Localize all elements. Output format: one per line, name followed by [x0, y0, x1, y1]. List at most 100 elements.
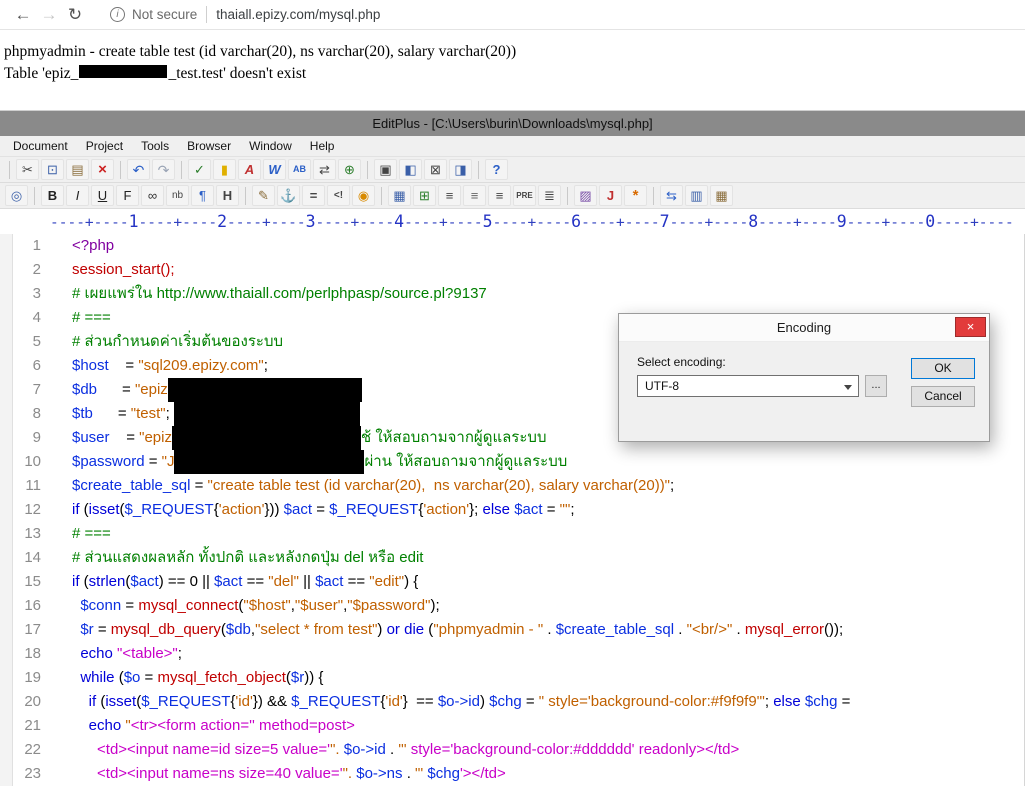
bold-icon[interactable]: B [41, 185, 64, 206]
copy-icon[interactable]: ⊡ [41, 159, 64, 180]
window-close-icon[interactable]: ⊠ [424, 159, 447, 180]
frameset-icon[interactable]: ▦ [710, 185, 733, 206]
horizontal-rule-icon[interactable]: = [302, 185, 325, 206]
line-number[interactable]: 18 [13, 642, 41, 666]
code-line[interactable]: 13 # === [0, 522, 1024, 546]
line-number[interactable]: 12 [13, 498, 41, 522]
line-number[interactable]: 22 [13, 738, 41, 762]
pre-icon[interactable]: PRE [513, 185, 536, 206]
applet-icon[interactable]: J [599, 185, 622, 206]
code-line[interactable]: 20 if (isset($_REQUEST{'id'}) && $_REQUE… [0, 690, 1024, 714]
window-maximize-icon[interactable]: ▣ [374, 159, 397, 180]
code-line[interactable]: 16 $conn = mysql_connect("$host","$user"… [0, 594, 1024, 618]
align-left-icon[interactable]: ≡ [438, 185, 461, 206]
font-color-icon[interactable]: A [238, 159, 261, 180]
dialog-close-button[interactable]: × [955, 317, 986, 337]
undo-icon[interactable]: ↶ [127, 159, 150, 180]
code-line[interactable]: 2 session_start(); [0, 258, 1024, 282]
word-wrap-icon[interactable]: W [263, 159, 286, 180]
line-number[interactable]: 10 [13, 450, 41, 474]
forward-button[interactable]: → [36, 1, 62, 29]
line-number[interactable]: 11 [13, 474, 41, 498]
line-number[interactable]: 21 [13, 714, 41, 738]
code-line[interactable]: 12 if (isset($_REQUEST{'action'})) $act =… [0, 498, 1024, 522]
browse-button[interactable]: ... [865, 375, 887, 397]
nbsp-icon[interactable]: nb [166, 185, 189, 206]
line-number[interactable]: 16 [13, 594, 41, 618]
paste-icon[interactable]: ▤ [66, 159, 89, 180]
redo-icon[interactable]: ↷ [152, 159, 175, 180]
align-center-icon[interactable]: ≡ [463, 185, 486, 206]
back-button[interactable]: ← [10, 1, 36, 29]
globe-icon[interactable]: ⊕ [338, 159, 361, 180]
highlight-icon[interactable]: ▮ [213, 159, 236, 180]
anchor-icon[interactable]: ⚓ [277, 185, 300, 206]
encoding-combobox[interactable]: UTF-8 [637, 375, 859, 397]
selection-margin[interactable] [0, 234, 13, 786]
comment-icon[interactable]: <! [327, 185, 350, 206]
line-number[interactable]: 3 [13, 282, 41, 306]
line-number[interactable]: 5 [13, 330, 41, 354]
spell-check-icon[interactable]: ✓ [188, 159, 211, 180]
table-icon[interactable]: ▦ [388, 185, 411, 206]
line-number[interactable]: 9 [13, 426, 41, 450]
line-number[interactable]: 17 [13, 618, 41, 642]
menu-browser[interactable]: Browser [178, 136, 240, 157]
code-line[interactable]: 11 $create_table_sql = "create table test… [0, 474, 1024, 498]
menu-help[interactable]: Help [301, 136, 344, 157]
line-number[interactable]: 13 [13, 522, 41, 546]
code-line[interactable]: 23 <td><input name=ns size=40 value='". … [0, 762, 1024, 786]
underline-icon[interactable]: U [91, 185, 114, 206]
code-line[interactable]: 10 $password = "J ผ่าน ให้สอบถามจากผู้ดูแล… [0, 450, 1024, 474]
line-number[interactable]: 14 [13, 546, 41, 570]
context-help-icon[interactable]: ? [485, 159, 508, 180]
line-number[interactable]: 19 [13, 666, 41, 690]
menu-window[interactable]: Window [240, 136, 301, 157]
menu-project[interactable]: Project [77, 136, 132, 157]
browser-preview-icon[interactable]: ◎ [5, 185, 28, 206]
list-icon[interactable]: ≣ [538, 185, 561, 206]
insert-table-icon[interactable]: ⊞ [413, 185, 436, 206]
symbol-icon[interactable]: ◉ [352, 185, 375, 206]
line-number[interactable]: 20 [13, 690, 41, 714]
publish-icon[interactable]: ⇆ [660, 185, 683, 206]
line-number[interactable]: 4 [13, 306, 41, 330]
delete-icon[interactable]: × [91, 159, 114, 180]
line-number[interactable]: 23 [13, 762, 41, 786]
letter-case-icon[interactable]: AB [288, 159, 311, 180]
code-line[interactable]: 21 echo "<tr><form action='' method=post… [0, 714, 1024, 738]
line-number[interactable]: 15 [13, 570, 41, 594]
line-number[interactable]: 7 [13, 378, 41, 402]
menu-tools[interactable]: Tools [132, 136, 178, 157]
line-number[interactable]: 6 [13, 354, 41, 378]
reload-button[interactable]: ↻ [62, 1, 88, 29]
code-line[interactable]: 22 <td><input name=id size=5 value='". $… [0, 738, 1024, 762]
code-line[interactable]: 19 while ($o = mysql_fetch_object($r)) { [0, 666, 1024, 690]
image-icon[interactable]: ▨ [574, 185, 597, 206]
pencil-icon[interactable]: ✎ [252, 185, 275, 206]
object-icon[interactable]: * [624, 185, 647, 206]
line-number[interactable]: 2 [13, 258, 41, 282]
line-number[interactable]: 8 [13, 402, 41, 426]
menu-document[interactable]: Document [4, 136, 77, 157]
code-line[interactable]: 15 if (strlen($act) == 0 || $act == "del"… [0, 570, 1024, 594]
code-line[interactable]: 3 # เผยแพร่ใน http://www.thaiall.com/perl… [0, 282, 1024, 306]
paragraph-icon[interactable]: ¶ [191, 185, 214, 206]
window-split-vertical-icon[interactable]: ◨ [449, 159, 472, 180]
ok-button[interactable]: OK [911, 358, 975, 379]
cut-icon[interactable]: ✂ [16, 159, 39, 180]
window-split-horizontal-icon[interactable]: ◧ [399, 159, 422, 180]
align-right-icon[interactable]: ≡ [488, 185, 511, 206]
info-icon[interactable]: i [110, 7, 125, 22]
code-line[interactable]: 17 $r = mysql_db_query($db,"select * fro… [0, 618, 1024, 642]
line-number[interactable]: 1 [13, 234, 41, 258]
convert-encoding-icon[interactable]: ⇄ [313, 159, 336, 180]
font-icon[interactable]: F [116, 185, 139, 206]
frame-icon[interactable]: ▥ [685, 185, 708, 206]
heading-icon[interactable]: H [216, 185, 239, 206]
url-text[interactable]: thaiall.epizy.com/mysql.php [216, 7, 380, 22]
code-line[interactable]: 18 echo "<table>"; [0, 642, 1024, 666]
cancel-button[interactable]: Cancel [911, 386, 975, 407]
code-line[interactable]: 1 <?php [0, 234, 1024, 258]
code-line[interactable]: 14 # ส่วนแสดงผลหลัก ทั้งปกติ และหลังกดปุ่… [0, 546, 1024, 570]
